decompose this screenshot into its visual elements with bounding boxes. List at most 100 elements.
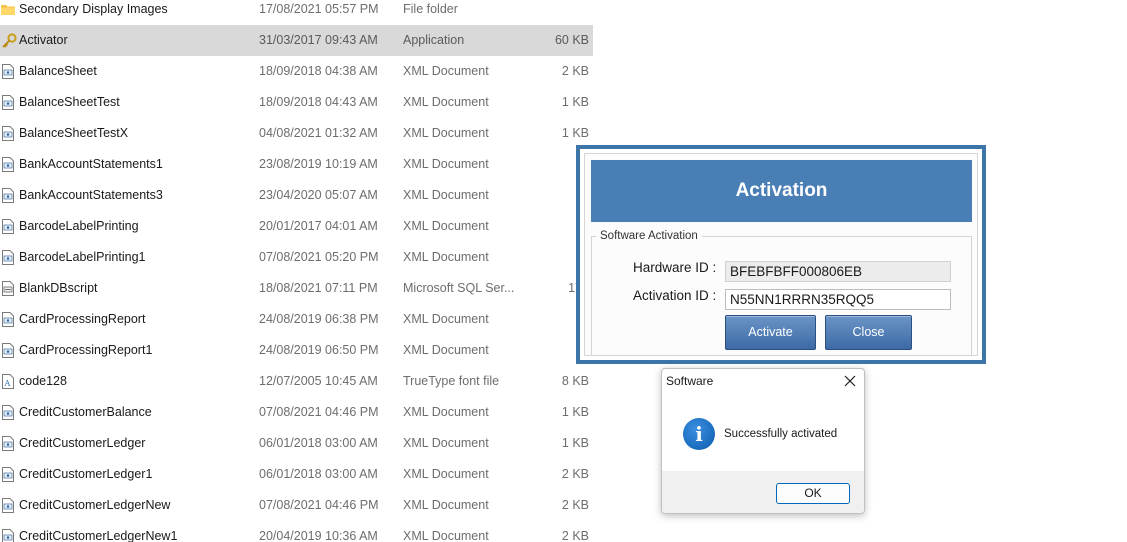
file-date: 06/01/2018 03:00 AM (259, 436, 378, 450)
file-row[interactable]: BalanceSheetTest 18/09/2018 04:43 AM XML D… (0, 87, 593, 118)
file-date: 07/08/2021 05:20 PM (259, 250, 379, 264)
file-date: 24/08/2019 06:38 PM (259, 312, 379, 326)
file-row[interactable]: Acode128 12/07/2005 10:45 AM TrueType font… (0, 366, 593, 397)
file-date: 18/09/2018 04:43 AM (259, 95, 378, 109)
activation-id-field[interactable] (725, 289, 951, 310)
file-name: CreditCustomerLedger1 (19, 467, 153, 481)
message-text: Successfully activated (724, 428, 838, 440)
ok-button[interactable]: OK (776, 483, 850, 504)
file-date: 07/08/2021 04:46 PM (259, 405, 379, 419)
font-file-icon: A (1, 374, 15, 389)
app-key-icon (1, 33, 17, 48)
svg-text:A: A (4, 379, 11, 388)
hardware-id-field[interactable] (725, 261, 951, 282)
file-date: 04/08/2021 01:32 AM (259, 126, 378, 140)
file-row[interactable]: CardProcessingReport 24/08/2019 06:38 PM X… (0, 304, 593, 335)
file-size: 2 KB (561, 467, 589, 481)
folder-icon (1, 2, 15, 17)
file-name: CreditCustomerLedgerNew1 (19, 529, 178, 542)
close-button[interactable]: Close (825, 315, 912, 350)
xml-document-icon (1, 250, 15, 265)
file-name: BalanceSheetTest (19, 95, 120, 109)
file-size: 1 KB (561, 436, 589, 450)
file-name: code128 (19, 374, 67, 388)
file-name: Activator (19, 33, 68, 47)
xml-document-icon (1, 498, 15, 513)
close-icon[interactable] (841, 372, 859, 390)
xml-document-icon (1, 219, 15, 234)
message-box-title: Software (666, 374, 714, 388)
file-row[interactable]: BankAccountStatements1 23/08/2019 10:19 A… (0, 149, 593, 180)
file-size: 2 KB (561, 529, 589, 542)
sql-document-icon (1, 281, 15, 296)
file-row[interactable]: BarcodeLabelPrinting1 07/08/2021 05:20 PM… (0, 242, 593, 273)
file-name: BalanceSheet (19, 64, 97, 78)
file-name: CardProcessingReport1 (19, 343, 153, 357)
activation-id-label: Activation ID : (633, 288, 717, 303)
file-name: BankAccountStatements3 (19, 188, 163, 202)
file-name: CreditCustomerLedgerNew (19, 498, 171, 512)
file-date: 18/09/2018 04:38 AM (259, 64, 378, 78)
file-date: 20/04/2019 10:36 AM (259, 529, 378, 542)
message-box-footer: OK (662, 471, 864, 513)
file-row[interactable]: BalanceSheet 18/09/2018 04:38 AM XML Docum… (0, 56, 593, 87)
info-icon: i (683, 418, 715, 450)
xml-document-icon (1, 436, 15, 451)
file-date: 20/01/2017 04:01 AM (259, 219, 378, 233)
xml-document-icon (1, 64, 15, 79)
file-row[interactable]: CreditCustomerLedgerNew1 20/04/2019 10:36… (0, 521, 593, 542)
file-date: 06/01/2018 03:00 AM (259, 467, 378, 481)
xml-document-icon (1, 405, 15, 420)
file-name: CreditCustomerBalance (19, 405, 152, 419)
file-size: 2 KB (561, 498, 589, 512)
file-row[interactable]: Secondary Display Images 17/08/2021 05:57… (0, 0, 593, 25)
file-row[interactable]: BarcodeLabelPrinting 20/01/2017 04:01 AM X… (0, 211, 593, 242)
file-list: Secondary Display Images 17/08/2021 05:57… (0, 0, 594, 542)
file-date: 31/03/2017 09:43 AM (259, 33, 378, 47)
file-date: 17/08/2021 05:57 PM (259, 2, 379, 16)
message-box: Software i Successfully activated OK (661, 368, 865, 514)
software-activation-group: Software Activation Hardware ID : Activa… (591, 229, 972, 356)
file-row[interactable]: CreditCustomerLedger 06/01/2018 03:00 AM X… (0, 428, 593, 459)
file-date: 23/08/2019 10:19 AM (259, 157, 378, 171)
xml-document-icon (1, 188, 15, 203)
file-date: 24/08/2019 06:50 PM (259, 343, 379, 357)
file-row[interactable]: Activator 31/03/2017 09:43 AM Application 6… (0, 25, 593, 56)
file-date: 12/07/2005 10:45 AM (259, 374, 378, 388)
xml-document-icon (1, 95, 15, 110)
file-size: 2 KB (561, 64, 589, 78)
software-activation-legend: Software Activation (596, 229, 702, 244)
file-name: BarcodeLabelPrinting1 (19, 250, 146, 264)
file-row[interactable]: CreditCustomerLedger1 06/01/2018 03:00 AM… (0, 459, 593, 490)
file-size: 1 KB (561, 405, 589, 419)
file-row[interactable]: BalanceSheetTestX 04/08/2021 01:32 AM XML … (0, 118, 593, 149)
file-type: File folder (403, 2, 458, 16)
file-size: 60 KB (554, 33, 589, 47)
file-date: 18/08/2021 07:11 PM (259, 281, 378, 295)
activate-button[interactable]: Activate (725, 315, 816, 350)
file-name: Secondary Display Images (19, 2, 168, 16)
file-name: BlankDBscript (19, 281, 98, 295)
file-name: BalanceSheetTestX (19, 126, 129, 140)
xml-document-icon (1, 126, 15, 141)
file-name: BarcodeLabelPrinting (19, 219, 139, 233)
file-name: CreditCustomerLedger (19, 436, 146, 450)
file-name: BankAccountStatements1 (19, 157, 163, 171)
file-row[interactable]: BankAccountStatements3 23/04/2020 05:07 A… (0, 180, 593, 211)
file-date: 23/04/2020 05:07 AM (259, 188, 378, 202)
activation-window-body: Activation Software Activation Hardware … (584, 153, 978, 356)
file-row[interactable]: CreditCustomerLedgerNew 07/08/2021 04:46 … (0, 490, 593, 521)
file-size: 8 KB (561, 374, 589, 388)
activation-header: Activation (591, 160, 972, 222)
xml-document-icon (1, 157, 15, 172)
file-row[interactable]: BlankDBscript 18/08/2021 07:11 PM Microsof… (0, 273, 593, 304)
activation-window: Activation Software Activation Hardware … (576, 145, 986, 364)
file-date: 07/08/2021 04:46 PM (259, 498, 379, 512)
xml-document-icon (1, 467, 15, 482)
xml-document-icon (1, 312, 15, 327)
file-row[interactable]: CreditCustomerBalance 07/08/2021 04:46 PM… (0, 397, 593, 428)
file-size: 1 KB (561, 95, 589, 109)
file-row[interactable]: CardProcessingReport1 24/08/2019 06:50 PM… (0, 335, 593, 366)
xml-document-icon (1, 343, 15, 358)
message-box-body: i Successfully activated (662, 395, 864, 471)
